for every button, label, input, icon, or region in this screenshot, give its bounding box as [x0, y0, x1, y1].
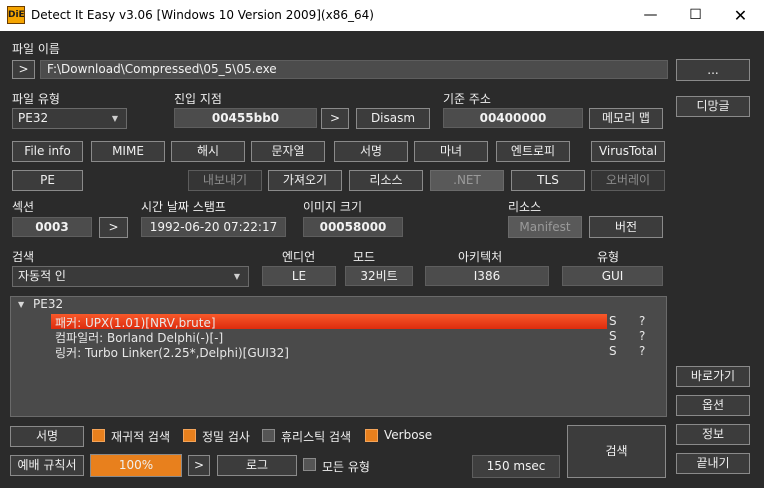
virustotal-button[interactable]: VirusTotal — [591, 141, 665, 162]
overlay-button[interactable]: 오버레이 — [591, 170, 665, 191]
base-address-label: 기준 주소 — [443, 92, 491, 106]
export-button[interactable]: 내보내기 — [188, 170, 262, 191]
app-icon: DiE — [7, 6, 25, 24]
window-title: Detect It Easy v3.06 [Windows 10 Version… — [31, 8, 374, 22]
sections-go-button[interactable]: > — [99, 217, 128, 238]
scan-mode-select[interactable]: 자동적 인 ▼ — [12, 266, 249, 287]
recursive-checkbox[interactable] — [92, 429, 105, 442]
hash-button[interactable]: 해시 — [171, 141, 245, 162]
deep-scan-checkbox[interactable] — [183, 429, 196, 442]
net-button[interactable]: .NET — [430, 170, 504, 191]
progress-go-button[interactable]: > — [188, 455, 210, 476]
scan-button[interactable]: 검색 — [567, 425, 666, 478]
tree-root-label[interactable]: PE32 — [33, 297, 63, 311]
image-size-label: 이미지 크기 — [303, 200, 363, 214]
scan-mode-value: 자동적 인 — [18, 269, 66, 283]
timestamp-field[interactable]: 1992-06-20 07:22:17 — [141, 217, 286, 237]
file-type-label: 파일 유형 — [12, 92, 60, 106]
result-item-packer[interactable]: 패커: UPX(1.01)[NRV,brute] — [55, 314, 216, 330]
result-item-compiler[interactable]: 컴파일러: Borland Delphi(-)[-] — [55, 329, 223, 345]
all-types-label: 모든 유형 — [322, 460, 370, 474]
mode-field: 32비트 — [345, 266, 413, 286]
tls-button[interactable]: TLS — [511, 170, 585, 191]
entry-point-label: 진입 지점 — [174, 92, 222, 106]
browse-button[interactable]: ... — [676, 59, 750, 81]
title-bar: DiE Detect It Easy v3.06 [Windows 10 Ver… — [0, 0, 764, 31]
result-packer-signature[interactable]: S — [609, 314, 617, 329]
scan-label: 검색 — [12, 250, 35, 264]
demangle-button[interactable]: 디망글 — [676, 96, 750, 117]
file-type-value: PE32 — [18, 111, 49, 125]
goto-button[interactable]: 바로가기 — [676, 366, 750, 387]
image-size-field[interactable]: 00058000 — [303, 217, 403, 237]
arch-field: I386 — [425, 266, 549, 286]
deep-scan-label: 정밀 검사 — [202, 430, 250, 444]
witch-button[interactable]: 마녀 — [414, 141, 488, 162]
import-button[interactable]: 가져오기 — [268, 170, 342, 191]
maximize-button[interactable]: ☐ — [673, 0, 718, 31]
disasm-button[interactable]: Disasm — [356, 108, 430, 129]
verbose-checkbox[interactable] — [365, 429, 378, 442]
exit-button[interactable]: 끝내기 — [676, 453, 750, 474]
chevron-down-icon: ▼ — [233, 272, 240, 281]
signature-button[interactable]: 서명 — [334, 141, 408, 162]
file-name-label: 파일 이름 — [12, 42, 60, 56]
entropy-button[interactable]: 엔트로피 — [496, 141, 570, 162]
result-item-linker[interactable]: 링커: Turbo Linker(2.25*,Delphi)[GUI32] — [55, 344, 289, 360]
elapsed-time: 150 msec — [472, 455, 560, 478]
mime-button[interactable]: MIME — [91, 141, 165, 162]
timestamp-label: 시간 날짜 스탬프 — [141, 200, 226, 214]
endian-label: 엔디언 — [282, 250, 316, 264]
progress-bar: 100% — [90, 454, 182, 477]
signatures-button[interactable]: 서명 — [10, 426, 84, 447]
result-packer-info[interactable]: ? — [639, 314, 645, 329]
file-expand-button[interactable]: > — [12, 60, 35, 79]
pe-button[interactable]: PE — [12, 170, 83, 191]
about-button[interactable]: 정보 — [676, 424, 750, 445]
type-field: GUI — [562, 266, 663, 286]
entry-point-go-button[interactable]: > — [321, 108, 349, 129]
result-linker-info[interactable]: ? — [639, 344, 645, 359]
version-button[interactable]: 버전 — [589, 216, 663, 238]
sections-field[interactable]: 0003 — [12, 217, 92, 237]
minimize-button[interactable]: — — [628, 0, 673, 31]
heuristic-checkbox[interactable] — [262, 429, 275, 442]
resources-button[interactable]: 리소스 — [349, 170, 423, 191]
collapse-arrow-icon[interactable]: ▼ — [18, 300, 24, 309]
base-address-field[interactable]: 00400000 — [443, 108, 583, 128]
memory-map-button[interactable]: 메모리 맵 — [589, 108, 663, 129]
result-linker-signature[interactable]: S — [609, 344, 617, 359]
endian-field: LE — [262, 266, 336, 286]
arch-label: 아키텍처 — [458, 250, 503, 264]
type-label: 유형 — [597, 250, 620, 264]
chevron-down-icon: ▼ — [111, 114, 118, 123]
all-types-checkbox[interactable] — [303, 458, 316, 471]
close-button[interactable]: ✕ — [718, 0, 763, 31]
sections-label: 섹션 — [12, 200, 35, 214]
heuristic-label: 휴리스틱 검색 — [281, 430, 352, 444]
results-tree[interactable]: ▼ PE32 패커: UPX(1.01)[NRV,brute] S ? 컴파일러… — [10, 296, 667, 417]
rules-button[interactable]: 예배 규칙서 — [10, 455, 84, 476]
manifest-button[interactable]: Manifest — [508, 216, 582, 238]
log-button[interactable]: 로그 — [217, 455, 297, 476]
verbose-label: Verbose — [384, 428, 433, 442]
strings-button[interactable]: 문자열 — [251, 141, 325, 162]
resources-label: 리소스 — [508, 200, 542, 214]
file-info-button[interactable]: File info — [12, 141, 83, 162]
file-type-select[interactable]: PE32 ▼ — [12, 108, 127, 129]
result-compiler-info[interactable]: ? — [639, 329, 645, 344]
entry-point-field[interactable]: 00455bb0 — [174, 108, 317, 128]
file-path-field[interactable]: F:\Download\Compressed\05_5\05.exe — [40, 60, 668, 79]
progress-text: 100% — [118, 458, 154, 472]
mode-label: 모드 — [353, 250, 376, 264]
recursive-label: 재귀적 검색 — [111, 430, 171, 444]
options-button[interactable]: 옵션 — [676, 395, 750, 416]
result-compiler-signature[interactable]: S — [609, 329, 617, 344]
